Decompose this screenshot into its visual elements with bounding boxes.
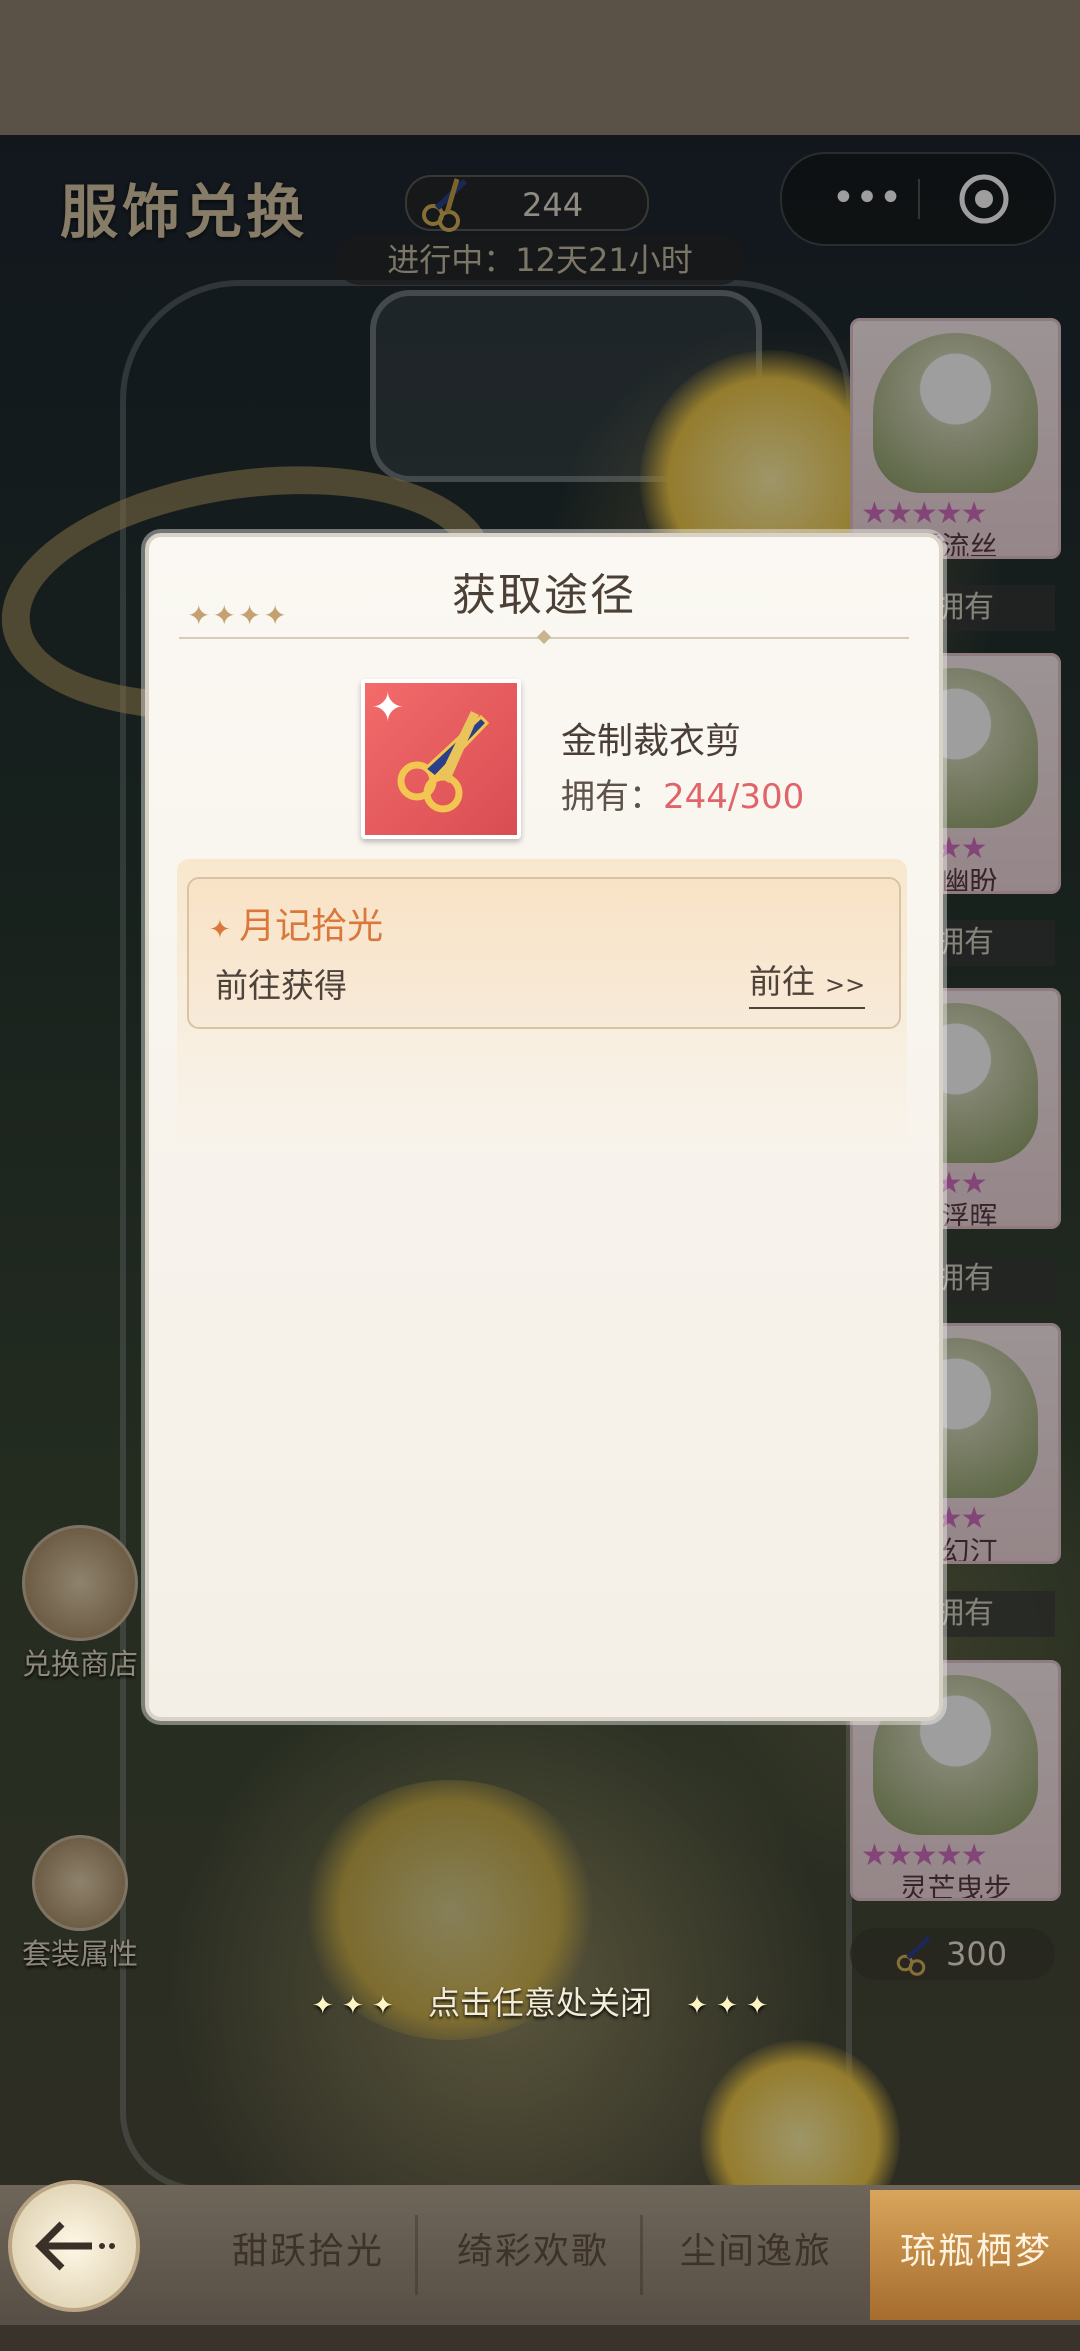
go-button[interactable]: 前往 >> — [749, 955, 866, 1009]
source-title-text: 月记拾光 — [239, 906, 384, 947]
owned-label: 拥有： — [561, 777, 663, 817]
go-label: 前往 — [749, 962, 815, 1001]
item-name: 金制裁衣剪 — [561, 721, 742, 762]
tab-sweet-leap[interactable]: 甜跃拾光 — [232, 2222, 384, 2274]
top-banner — [0, 0, 1080, 135]
bottom-strip — [0, 2325, 1080, 2351]
acquisition-dialog: 获取途径 ✦✦✦✦ ✦ 金制裁衣剪 拥有：244/300 ✦ 月记拾光 前往获得… — [145, 533, 943, 1721]
tab-active-label: 琉瓶栖梦 — [900, 2231, 1053, 2272]
double-chevron-icon: >> — [825, 971, 866, 999]
source-title: ✦ 月记拾光 — [209, 897, 383, 949]
tab-glass-bottle-dream[interactable]: 琉瓶栖梦 — [870, 2190, 1080, 2320]
tab-colorful-song[interactable]: 绮彩欢歌 — [457, 2222, 609, 2274]
source-description: 前往获得 — [215, 966, 347, 1005]
tab-divider — [640, 2215, 643, 2295]
acquisition-source-row: ✦ 月记拾光 前往获得 前往 >> — [187, 877, 901, 1029]
decor-stars: ✦✦✦✦ — [187, 599, 289, 632]
sparkle-icon: ✦ ✦ ✦ — [686, 1991, 769, 2021]
close-hint[interactable]: ✦ ✦ ✦ 点击任意处关闭 ✦ ✦ ✦ — [0, 1978, 1080, 2024]
item-owned: 拥有：244/300 — [561, 769, 804, 818]
title-divider — [179, 629, 909, 645]
owned-count: 244/300 — [663, 777, 805, 817]
close-hint-text: 点击任意处关闭 — [427, 1984, 652, 2022]
back-arrow-icon — [35, 2221, 115, 2271]
golden-scissors-icon — [397, 711, 490, 813]
tab-divider — [415, 2215, 418, 2295]
item-icon-frame: ✦ — [361, 679, 521, 839]
sparkle-icon: ✦ ✦ ✦ — [311, 1991, 394, 2021]
back-button[interactable] — [8, 2180, 140, 2312]
sparkle-icon: ✦ — [209, 915, 240, 945]
tab-mortal-journey[interactable]: 尘间逸旅 — [680, 2222, 832, 2274]
